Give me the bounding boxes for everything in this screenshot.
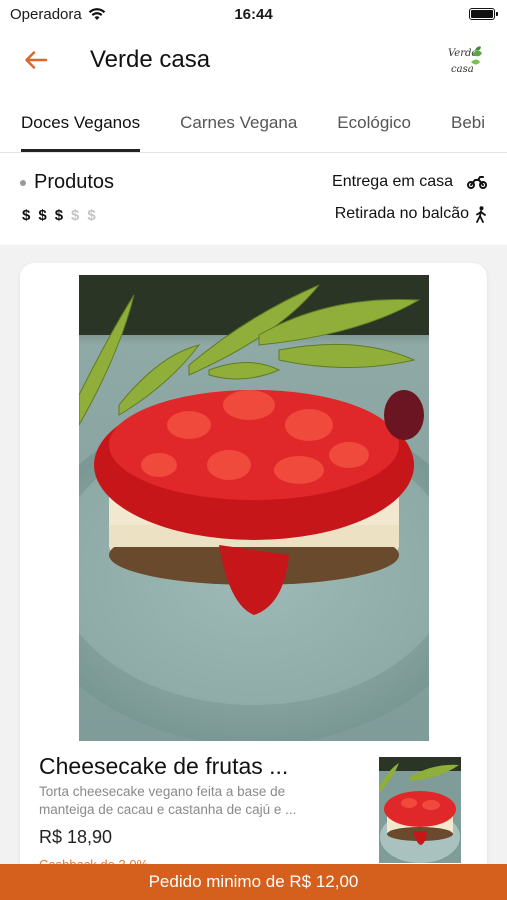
status-left: Operadora	[10, 6, 106, 23]
price-symbol-filled: $	[54, 207, 64, 224]
back-button[interactable]	[16, 40, 56, 80]
walking-icon	[476, 205, 486, 223]
tab-label: Bebi	[451, 113, 486, 132]
pickup-option: Retirada no balcão	[335, 205, 487, 223]
tab-label: Doces Veganos	[21, 113, 141, 132]
minimum-order-label: Pedido minimo de R$ 12,00	[148, 872, 359, 891]
product-price: R$ 18,90	[39, 827, 113, 847]
category-tabs: Doces Veganos Carnes Vegana Ecológico Be…	[0, 94, 507, 152]
tab-label: Carnes Vegana	[180, 113, 298, 132]
status-time: 16:44	[234, 5, 273, 23]
bullet-dot	[20, 179, 26, 186]
pickup-label: Retirada no balcão	[334, 205, 469, 222]
price-symbol-filled: $	[22, 207, 31, 224]
minimum-order-bar[interactable]: Pedido minimo de R$ 12,00	[0, 864, 507, 900]
cheesecake-photo	[79, 275, 429, 741]
store-info: Produtos $ $ $ $ $ Entrega em casa Retirada …	[0, 153, 507, 245]
carrier-label: Operadora	[10, 5, 82, 23]
section-label: Produtos	[34, 171, 115, 193]
arrow-left-icon	[25, 51, 48, 69]
product-thumbnail	[379, 757, 461, 863]
product-hero-image	[79, 275, 429, 741]
product-description: Torta cheesecake vegano feita a base de …	[39, 784, 297, 817]
product-title: Cheesecake de frutas ...	[39, 753, 289, 779]
status-bar: Operadora 16:44	[0, 0, 507, 28]
tab-ecologico[interactable]: Ecológico	[337, 94, 411, 152]
product-list: Cheesecake de frutas ... Torta cheesecak…	[0, 245, 507, 865]
tab-doces-veganos[interactable]: Doces Veganos	[21, 94, 141, 152]
tab-bebidas[interactable]: Bebi	[451, 94, 485, 152]
motorcycle-icon	[467, 175, 487, 189]
price-symbol-filled: $	[38, 207, 47, 224]
product-card[interactable]: Cheesecake de frutas ... Torta cheesecak…	[20, 263, 487, 865]
logo-line-2: casa	[451, 64, 474, 75]
delivery-option: Entrega em casa	[332, 173, 487, 191]
page-title: Verde casa	[90, 46, 211, 73]
price-symbol-empty: $	[71, 207, 80, 224]
delivery-label: Entrega em casa	[332, 173, 453, 190]
battery-fill	[471, 10, 493, 18]
header: Verde casa Verde casa	[0, 32, 507, 88]
price-symbol-empty: $	[87, 207, 96, 224]
price-level: $ $ $ $ $	[22, 207, 96, 224]
cheesecake-thumbnail	[379, 757, 461, 863]
battery-icon	[469, 8, 498, 20]
wifi-icon	[88, 8, 105, 20]
tab-label: Ecológico	[337, 113, 412, 132]
store-logo: Verde casa	[448, 46, 482, 75]
produtos-label: Produtos	[20, 171, 114, 194]
tab-carnes-vegana[interactable]: Carnes Vegana	[180, 94, 297, 152]
